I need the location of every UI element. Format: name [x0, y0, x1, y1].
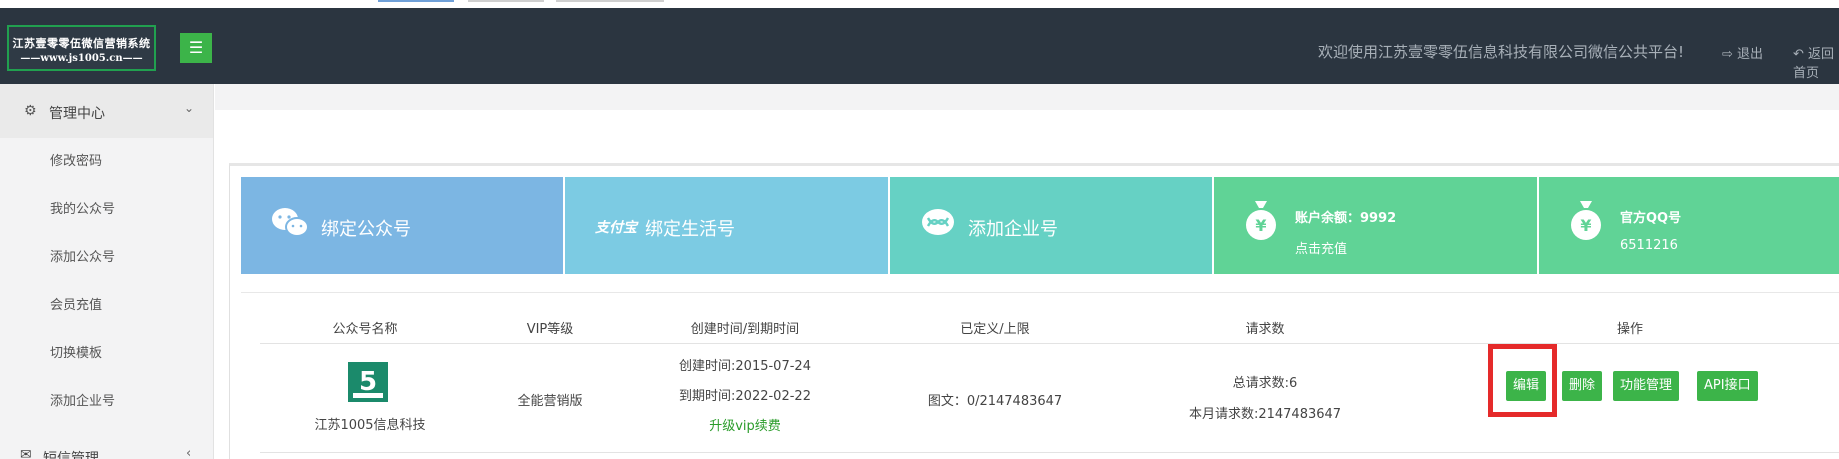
money-bag-icon: ¥ [1571, 201, 1601, 240]
highlight-box [1488, 344, 1557, 417]
sidebar-item-my-accounts[interactable]: 我的公众号 [0, 186, 213, 234]
sidebar-item-recharge[interactable]: 会员充值 [0, 282, 213, 330]
logout-link[interactable]: ⇨ 退出 [1722, 43, 1763, 62]
logout-icon: ⇨ [1722, 47, 1738, 62]
function-manage-button[interactable]: 功能管理 [1613, 371, 1680, 401]
svg-text:5: 5 [359, 367, 377, 397]
reply-icon: ↶ [1793, 47, 1809, 62]
col-header-actions: 操作 [1616, 322, 1643, 337]
svg-text:¥: ¥ [1580, 216, 1591, 235]
logo-title: 江苏壹零零伍微信营销系统 [12, 37, 151, 50]
money-bag-icon: ¥ [1246, 201, 1276, 240]
sidebar-section-sms-label: 短信管理 [43, 451, 99, 459]
enterprise-chat-icon [922, 209, 954, 235]
created-time: 创建时间:2015-07-24 [679, 359, 811, 374]
upgrade-vip-link[interactable]: 升级vip续费 [660, 415, 830, 434]
tile-bind-wechat[interactable]: 绑定公众号 [241, 177, 563, 274]
back-home-link[interactable]: ↶ 返回首页 [1793, 43, 1839, 81]
col-header-vip: VIP等级 [526, 322, 574, 337]
sidebar: ⚙ 管理中心 ⌄ 修改密码 我的公众号 添加公众号 会员充值 切换模板 添加企业… [0, 84, 214, 459]
qq-label: 官方QQ号 [1620, 211, 1682, 226]
row-divider [260, 452, 1839, 453]
col-header-limit: 已定义/上限 [960, 322, 1030, 337]
top-tab[interactable] [468, 0, 544, 2]
api-button[interactable]: API接口 [1697, 371, 1758, 401]
logout-label: 退出 [1737, 47, 1764, 62]
content-top-band [215, 84, 1839, 110]
top-header: 江苏壹零零伍微信营销系统 ——www.js1005.cn—— ☰ 欢迎使用江苏壹… [0, 8, 1839, 84]
delete-button[interactable]: 删除 [1562, 371, 1603, 401]
total-requests: 总请求数:6 [1232, 376, 1298, 391]
sidebar-item-change-password[interactable]: 修改密码 [0, 138, 213, 186]
chevron-left-icon: ‹ [186, 446, 192, 459]
alipay-icon: 支付宝 [595, 220, 637, 236]
svg-text:¥: ¥ [1255, 216, 1266, 235]
sidebar-section-label: 管理中心 [49, 106, 105, 122]
qq-value: 6511216 [1620, 238, 1678, 253]
divider [241, 292, 1839, 293]
chevron-down-icon: ⌄ [184, 101, 195, 115]
wechat-icon [272, 208, 309, 237]
col-header-name: 公众号名称 [332, 322, 398, 337]
hamburger-icon: ☰ [188, 38, 204, 57]
menu-toggle-button[interactable]: ☰ [180, 33, 212, 63]
tile-bind-wechat-label: 绑定公众号 [321, 219, 411, 240]
month-requests: 本月请求数:2147483647 [1188, 407, 1342, 422]
account-logo-icon: 5 [348, 362, 388, 402]
sidebar-item-add-enterprise[interactable]: 添加企业号 [0, 378, 213, 426]
col-header-time: 创建时间/到期时间 [690, 322, 800, 337]
tile-add-enterprise-label: 添加企业号 [968, 219, 1058, 240]
sidebar-section-management[interactable]: ⚙ 管理中心 ⌄ [0, 84, 213, 138]
tile-bind-life[interactable]: 支付宝 绑定生活号 [565, 177, 888, 274]
account-name: 江苏1005信息科技 [314, 418, 426, 433]
limit-value: 图文：0/2147483647 [927, 394, 1063, 409]
col-header-requests: 请求数 [1245, 322, 1285, 337]
tile-add-enterprise[interactable]: 添加企业号 [890, 177, 1212, 274]
sidebar-item-switch-template[interactable]: 切换模板 [0, 330, 213, 378]
tile-bind-life-label: 绑定生活号 [645, 219, 735, 240]
header-divider [260, 343, 1839, 344]
tile-official-qq[interactable]: ¥ 官方QQ号 6511216 [1539, 177, 1839, 274]
expire-time: 到期时间:2022-02-22 [679, 389, 811, 404]
browser-top-strip [0, 0, 1839, 8]
balance-text: 账户余额：9992 [1295, 211, 1397, 226]
site-logo[interactable]: 江苏壹零零伍微信营销系统 ——www.js1005.cn—— [7, 25, 156, 71]
top-tab-active[interactable] [378, 0, 454, 2]
logo-url: ——www.js1005.cn—— [20, 53, 143, 64]
envelope-icon: ✉ [20, 447, 32, 459]
top-tab[interactable] [556, 0, 664, 2]
welcome-text: 欢迎使用江苏壹零零伍信息科技有限公司微信公共平台! [1318, 43, 1685, 61]
sidebar-item-add-account[interactable]: 添加公众号 [0, 234, 213, 282]
recharge-link[interactable]: 点击充值 [1295, 238, 1347, 257]
vip-level: 全能营销版 [517, 394, 583, 409]
sidebar-section-sms[interactable]: ✉ 短信管理 ‹ [0, 439, 213, 459]
gears-icon: ⚙ [24, 103, 37, 119]
tile-balance[interactable]: ¥ 账户余额：9992 点击充值 [1214, 177, 1537, 274]
